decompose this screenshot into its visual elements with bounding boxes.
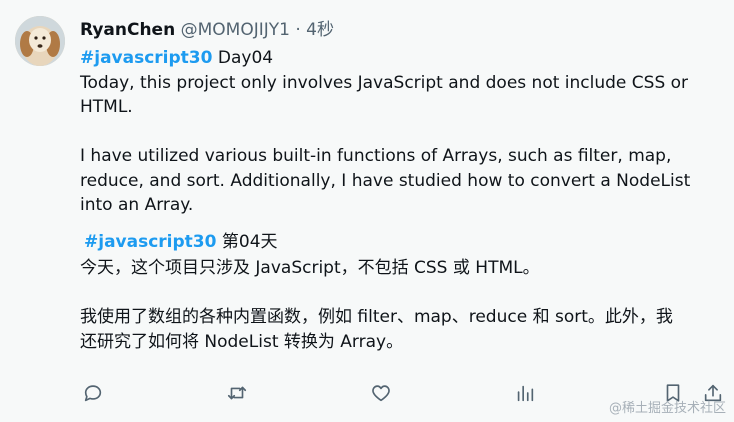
like-button[interactable] (366, 378, 396, 408)
views-button[interactable] (510, 378, 540, 408)
dog-avatar-image (15, 16, 65, 66)
hashtag-link[interactable]: #javascript30 (84, 232, 216, 252)
avatar[interactable] (15, 16, 65, 66)
views-icon (517, 385, 534, 402)
text-line: 还研究了如何将 NodeList 转换为 Array。 (80, 331, 404, 352)
text-line: reduce, and sort. Additionally, I have s… (80, 170, 691, 191)
hashtag-line: #javascript30 Day04 (80, 46, 720, 71)
tweet-text-chinese-body: 今天，这个项目只涉及 JavaScript，不包括 CSS 或 HTML。 我使… (80, 256, 720, 354)
heart-icon (372, 385, 390, 402)
tweet-text-chinese: #javascript30 第04天 (84, 230, 724, 255)
timestamp[interactable]: 4秒 (306, 20, 334, 40)
tweet-text-english: #javascript30 Day04 Today, this project … (80, 46, 720, 218)
tweet-header: RyanChen @MOMOJIJY1 · 4秒 (80, 18, 334, 42)
author-name[interactable]: RyanChen (80, 20, 175, 40)
reply-icon (84, 385, 102, 402)
hashtag-suffix: Day04 (212, 48, 274, 68)
text-line: 我使用了数组的各种内置函数，例如 filter、map、reduce 和 sor… (80, 307, 673, 327)
watermark: @稀土掘金技术社区 (608, 401, 726, 416)
text-line: into an Array. (80, 195, 194, 215)
author-handle[interactable]: @MOMOJIJY1 (181, 20, 290, 40)
text-line: HTML. (80, 97, 133, 117)
hashtag-line: #javascript30 第04天 (84, 230, 724, 255)
reply-button[interactable] (78, 378, 108, 408)
text-line: Today, this project only involves JavaSc… (80, 72, 689, 93)
hashtag-link[interactable]: #javascript30 (80, 48, 212, 68)
retweet-icon (227, 386, 247, 400)
hashtag-suffix: 第04天 (216, 232, 278, 252)
retweet-button[interactable] (222, 378, 252, 408)
separator-dot: · (295, 20, 301, 40)
text-line: I have utilized various built-in functio… (80, 146, 672, 166)
text-line: 今天，这个项目只涉及 JavaScript，不包括 CSS 或 HTML。 (80, 258, 540, 278)
